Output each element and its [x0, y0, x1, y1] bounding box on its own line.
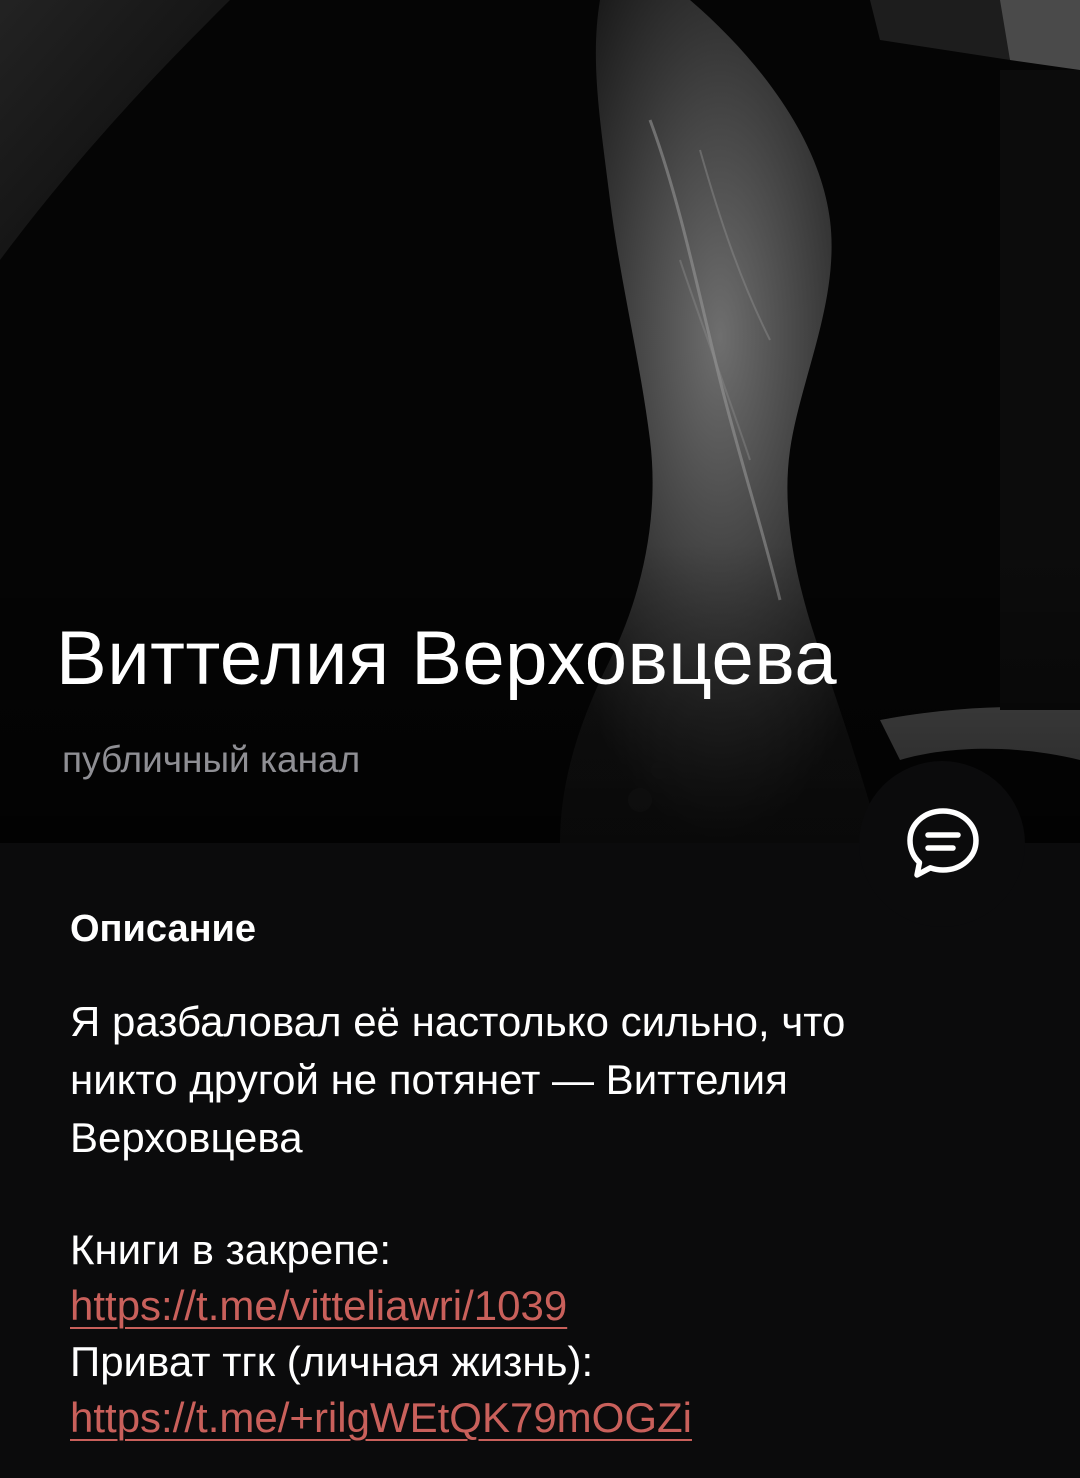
description-title: Описание — [70, 908, 257, 950]
description-text-line: Я разбаловал её настолько сильно, что — [70, 998, 846, 1045]
channel-name: Виттелия Верховцева — [56, 616, 838, 701]
channel-cover-photo: Виттелия Верховцева публичный канал — [0, 0, 1080, 843]
private-channel-link[interactable]: https://t.me/+rilgWEtQK79mOGZi — [70, 1394, 692, 1441]
books-link-line: https://t.me/vitteliawri/1039 — [70, 1279, 567, 1333]
description-text-line: никто другой не потянет — Виттелия — [70, 1056, 788, 1103]
books-link[interactable]: https://t.me/vitteliawri/1039 — [70, 1282, 567, 1329]
private-channel-link-line: https://t.me/+rilgWEtQK79mOGZi — [70, 1391, 692, 1445]
description-text-line: Книги в закрепе: — [70, 1226, 392, 1273]
description-text-line: Приват тгк (личная жизнь): — [70, 1338, 594, 1385]
channel-type-label: публичный канал — [62, 739, 361, 780]
chat-bubble-icon — [907, 808, 979, 878]
description-text-line: Верховцева — [70, 1114, 303, 1161]
channel-info-section: Описание Я разбаловал её настолько сильн… — [0, 843, 1080, 1478]
discussion-button[interactable] — [859, 761, 1025, 927]
